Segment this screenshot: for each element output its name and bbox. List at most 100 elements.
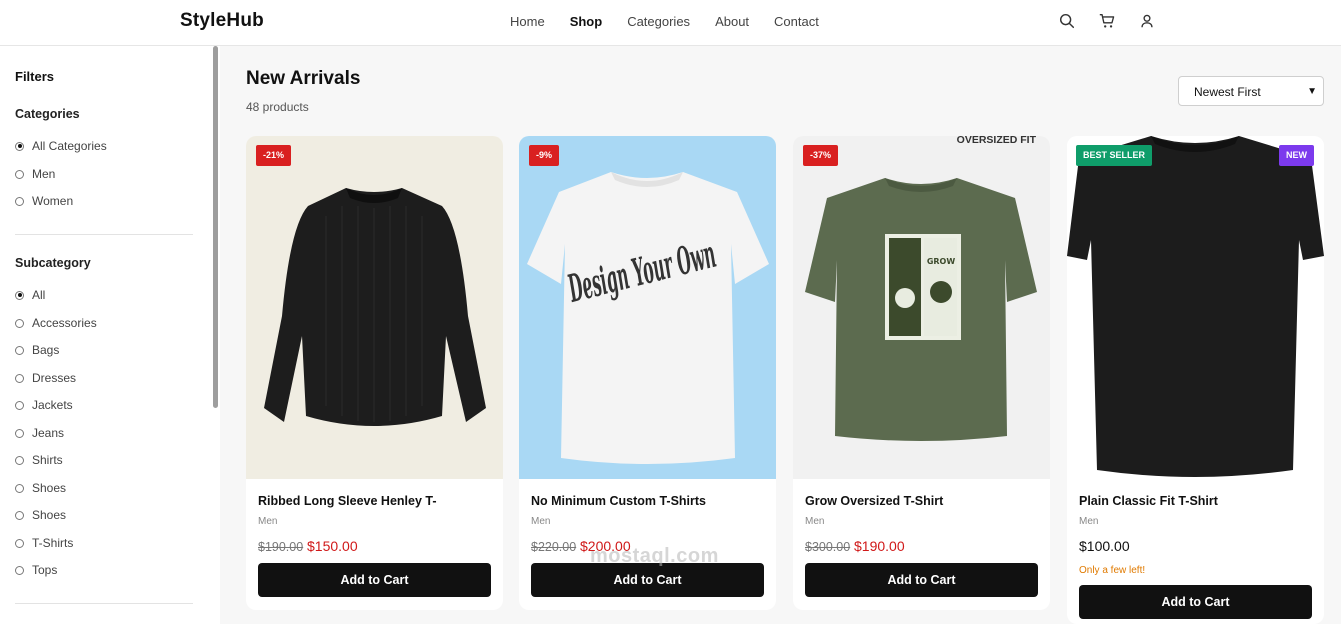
subcategory-option-all[interactable]: All bbox=[15, 288, 45, 302]
sidebar-scrollbar[interactable] bbox=[213, 46, 218, 408]
radio[interactable] bbox=[15, 428, 24, 438]
subcategory-label: Accessories bbox=[32, 316, 97, 330]
new-badge: NEW bbox=[1279, 145, 1314, 166]
product-count: 48 products bbox=[246, 100, 309, 114]
subcategory-option-accessories[interactable]: Accessories bbox=[15, 316, 97, 330]
discount-badge: -9% bbox=[529, 145, 560, 166]
subcategory-label: Dresses bbox=[32, 371, 77, 385]
add-to-cart-button[interactable]: Add to Cart bbox=[805, 563, 1038, 597]
subcategory-label: T-Shirts bbox=[32, 536, 74, 550]
image-overlay-text: OVERSIZED FIT bbox=[956, 136, 1036, 146]
watermark: mostaql.com bbox=[590, 545, 719, 567]
radio[interactable] bbox=[15, 400, 24, 410]
subcategory-label: Shirts bbox=[32, 453, 63, 467]
product-name[interactable]: Ribbed Long Sleeve Henley T- bbox=[258, 494, 437, 508]
nav-shop[interactable]: Shop bbox=[570, 14, 603, 29]
product-card[interactable]: -21% Ribbed Long Sleeve Henley T- Men $1… bbox=[246, 136, 503, 610]
subcategory-option-tshirts[interactable]: T-Shirts bbox=[15, 536, 73, 550]
subcategory-heading: Subcategory bbox=[15, 256, 91, 270]
radio[interactable] bbox=[15, 483, 24, 493]
low-stock-note: Only a few left! bbox=[1079, 565, 1146, 576]
filters-heading: Filters bbox=[15, 69, 55, 84]
nav-categories[interactable]: Categories bbox=[627, 14, 690, 29]
product-category: Men bbox=[531, 516, 551, 527]
header-icons bbox=[1058, 12, 1156, 30]
add-to-cart-button[interactable]: Add to Cart bbox=[1079, 585, 1312, 619]
radio[interactable] bbox=[15, 565, 24, 575]
subcategory-option-shirts[interactable]: Shirts bbox=[15, 453, 63, 467]
nav-contact[interactable]: Contact bbox=[774, 14, 819, 29]
product-card[interactable]: Design Your Own -9% No Minimum Custom T-… bbox=[519, 136, 776, 610]
subcategory-label: Jackets bbox=[32, 398, 73, 412]
product-name[interactable]: Grow Oversized T-Shirt bbox=[805, 494, 943, 508]
white-tshirt-image: Design Your Own bbox=[527, 172, 769, 464]
nav-home[interactable]: Home bbox=[510, 14, 545, 29]
sort-value: Newest First bbox=[1194, 85, 1261, 99]
sale-price: $190.00 bbox=[854, 538, 905, 554]
sale-price: $150.00 bbox=[307, 538, 358, 554]
user-icon[interactable] bbox=[1138, 12, 1156, 30]
product-card[interactable]: GROW -37% OVERSIZED FIT Grow Oversized T… bbox=[793, 136, 1050, 610]
product-image[interactable]: BEST SELLER NEW bbox=[1067, 136, 1324, 479]
product-name[interactable]: Plain Classic Fit T-Shirt bbox=[1079, 494, 1218, 508]
chevron-down-icon: ▼ bbox=[1307, 86, 1317, 97]
subcategory-option-shoes[interactable]: Shoes bbox=[15, 481, 66, 495]
product-category: Men bbox=[1079, 516, 1099, 527]
radio[interactable] bbox=[15, 196, 24, 206]
subcategory-option-tops[interactable]: Tops bbox=[15, 563, 57, 577]
sweater-image bbox=[264, 188, 486, 426]
top-navbar: StyleHub Home Shop Categories About Cont… bbox=[0, 0, 1341, 46]
logo[interactable]: StyleHub bbox=[180, 10, 264, 32]
original-price: $220.00 bbox=[531, 540, 577, 554]
radio[interactable] bbox=[15, 455, 24, 465]
radio[interactable] bbox=[15, 373, 24, 383]
product-card[interactable]: BEST SELLER NEW Plain Classic Fit T-Shir… bbox=[1067, 136, 1324, 624]
discount-badge: -37% bbox=[803, 145, 839, 166]
category-option-all[interactable]: All Categories bbox=[15, 139, 107, 153]
radio[interactable] bbox=[15, 318, 24, 328]
category-label: Men bbox=[32, 167, 56, 181]
product-image[interactable]: GROW -37% OVERSIZED FIT bbox=[793, 136, 1050, 479]
category-label: Women bbox=[32, 194, 74, 208]
sort-select[interactable]: Newest First ▼ bbox=[1178, 76, 1324, 106]
shirt-print-text: GROW bbox=[927, 257, 956, 266]
nav-about[interactable]: About bbox=[715, 14, 749, 29]
divider bbox=[15, 603, 193, 604]
subcategory-option-bags[interactable]: Bags bbox=[15, 343, 59, 357]
category-option-men[interactable]: Men bbox=[15, 167, 55, 181]
product-price: $100.00 bbox=[1079, 538, 1130, 554]
subcategory-label: Tops bbox=[32, 563, 58, 577]
green-tshirt-image: GROW bbox=[805, 178, 1037, 441]
subcategory-label: Jeans bbox=[32, 426, 65, 440]
add-to-cart-button[interactable]: Add to Cart bbox=[258, 563, 491, 597]
subcategory-option-jeans[interactable]: Jeans bbox=[15, 426, 64, 440]
divider bbox=[15, 234, 193, 235]
radio[interactable] bbox=[15, 510, 24, 520]
product-name[interactable]: No Minimum Custom T-Shirts bbox=[531, 494, 706, 508]
category-option-women[interactable]: Women bbox=[15, 194, 73, 208]
product-image[interactable]: Design Your Own -9% bbox=[519, 136, 776, 479]
subcategory-option-shoes-2[interactable]: Shoes bbox=[15, 508, 66, 522]
radio[interactable] bbox=[15, 538, 24, 548]
subcategory-option-jackets[interactable]: Jackets bbox=[15, 398, 73, 412]
original-price: $300.00 bbox=[805, 540, 851, 554]
main-nav: Home Shop Categories About Contact bbox=[510, 14, 844, 29]
categories-heading: Categories bbox=[15, 107, 80, 121]
discount-badge: -21% bbox=[256, 145, 292, 166]
filters-sidebar: Filters Categories All Categories Men Wo… bbox=[0, 46, 220, 624]
product-image[interactable]: -21% bbox=[246, 136, 503, 479]
subcategory-label: Shoes bbox=[32, 508, 67, 522]
add-to-cart-button[interactable]: Add to Cart bbox=[531, 563, 764, 597]
best-seller-badge: BEST SELLER bbox=[1076, 145, 1153, 166]
product-category: Men bbox=[805, 516, 825, 527]
radio[interactable] bbox=[15, 345, 24, 355]
radio[interactable] bbox=[15, 169, 24, 179]
black-tshirt-image bbox=[1067, 136, 1324, 477]
subcategory-option-dresses[interactable]: Dresses bbox=[15, 371, 76, 385]
product-category: Men bbox=[258, 516, 278, 527]
radio-selected[interactable] bbox=[15, 141, 24, 151]
subcategory-label: Bags bbox=[32, 343, 60, 357]
cart-icon[interactable] bbox=[1098, 12, 1116, 30]
radio-selected[interactable] bbox=[15, 290, 24, 300]
search-icon[interactable] bbox=[1058, 12, 1076, 30]
